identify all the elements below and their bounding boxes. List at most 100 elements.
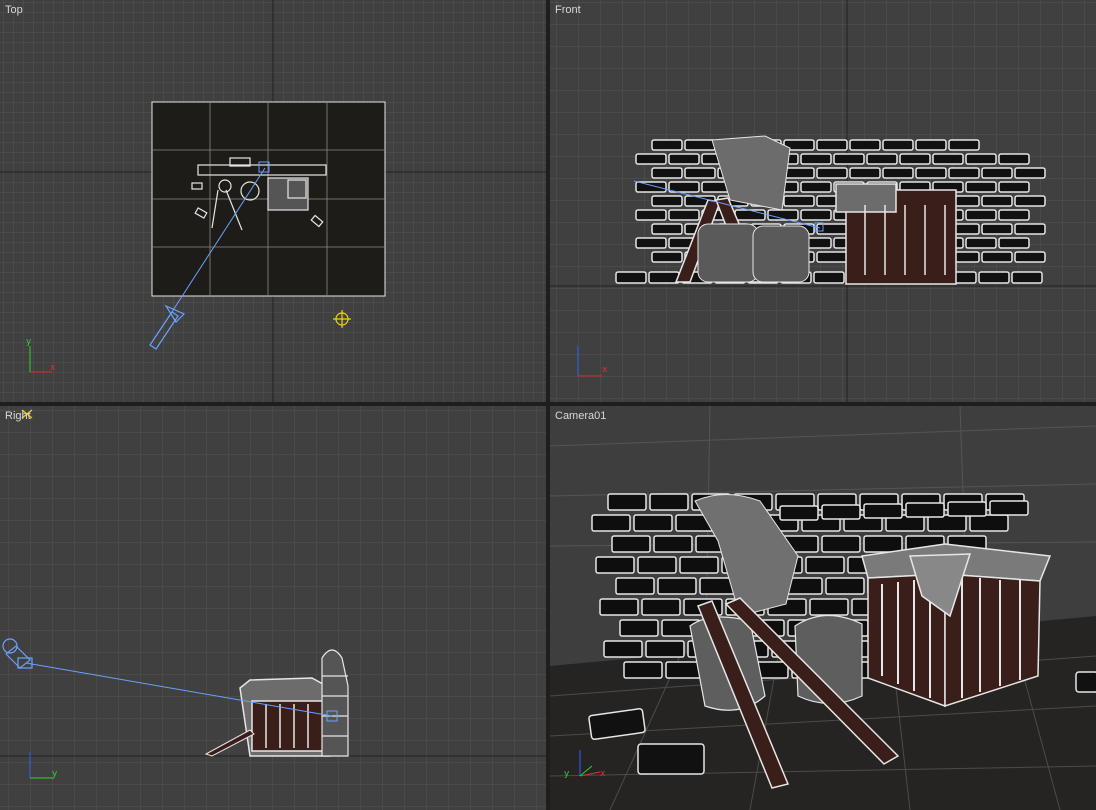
brick — [948, 139, 980, 151]
brick — [607, 493, 647, 511]
brick — [615, 271, 647, 284]
brick — [978, 271, 1010, 284]
brick — [611, 535, 651, 553]
brick-wall-right — [321, 649, 349, 757]
brick — [849, 167, 881, 179]
brick — [948, 167, 980, 179]
brick — [866, 153, 898, 165]
brick — [965, 153, 997, 165]
right-viewport-canvas[interactable]: y — [0, 406, 546, 810]
brick — [635, 209, 667, 221]
brick — [821, 504, 861, 520]
brick — [816, 223, 848, 235]
brick — [641, 598, 681, 616]
brick — [998, 181, 1030, 193]
brick — [635, 237, 667, 249]
brick — [899, 153, 931, 165]
brick — [905, 502, 945, 518]
brick — [648, 271, 680, 284]
crate-front — [835, 183, 957, 285]
brick — [603, 640, 643, 658]
brick — [965, 209, 997, 221]
brick — [816, 167, 848, 179]
brick — [813, 271, 845, 284]
viewport-label-right[interactable]: Right — [5, 410, 31, 422]
brick — [981, 223, 1013, 235]
brick — [932, 153, 964, 165]
svg-text:y: y — [26, 337, 32, 347]
brick — [981, 251, 1013, 263]
crate-right — [239, 677, 331, 757]
brick — [947, 501, 987, 517]
brick — [635, 181, 667, 193]
top-viewport[interactable]: x y Top — [0, 0, 546, 402]
brick — [981, 167, 1013, 179]
crate-camera — [861, 543, 1052, 708]
brick — [684, 167, 716, 179]
brick — [805, 556, 845, 574]
brick — [783, 167, 815, 179]
brick — [619, 619, 659, 637]
brick — [863, 535, 903, 553]
brick — [1014, 167, 1046, 179]
baskets-front — [697, 223, 810, 283]
brick — [809, 598, 849, 616]
brick — [649, 493, 689, 511]
brick — [998, 209, 1030, 221]
brick — [989, 500, 1029, 516]
brick — [684, 139, 716, 151]
brick — [651, 251, 683, 263]
camera-viewport[interactable]: y x Camera01 — [550, 406, 1096, 810]
brick — [1014, 223, 1046, 235]
brick — [1014, 195, 1046, 207]
brick — [668, 153, 700, 165]
right-viewport[interactable]: y Right — [0, 406, 546, 810]
brick — [816, 139, 848, 151]
brick — [965, 181, 997, 193]
brick — [657, 577, 697, 595]
viewport-label-camera[interactable]: Camera01 — [555, 410, 606, 422]
top-viewport-canvas[interactable]: x y — [0, 0, 546, 402]
brick — [821, 535, 861, 553]
brick — [651, 167, 683, 179]
front-viewport[interactable]: x Front — [550, 0, 1096, 402]
brick — [1011, 271, 1043, 284]
brick — [800, 181, 832, 193]
brick — [981, 195, 1013, 207]
brick — [651, 139, 683, 151]
brick — [1014, 251, 1046, 263]
brick — [645, 640, 685, 658]
brick — [969, 514, 1009, 532]
viewport-label-top[interactable]: Top — [5, 4, 23, 16]
brick — [825, 577, 865, 595]
brick — [882, 167, 914, 179]
brick — [833, 153, 865, 165]
brick — [591, 514, 631, 532]
brick — [734, 209, 766, 221]
brick — [599, 598, 639, 616]
svg-text:x: x — [600, 769, 606, 779]
brick — [998, 237, 1030, 249]
viewport-label-front[interactable]: Front — [555, 4, 581, 16]
brick — [915, 139, 947, 151]
brick — [816, 251, 848, 263]
svg-text:y: y — [52, 769, 58, 779]
front-viewport-canvas[interactable]: x — [550, 0, 1096, 402]
brick — [668, 209, 700, 221]
brick — [633, 514, 673, 532]
brick — [615, 577, 655, 595]
brick — [635, 153, 667, 165]
brick — [595, 556, 635, 574]
svg-text:y: y — [564, 769, 570, 779]
brick — [653, 535, 693, 553]
camera-viewport-canvas[interactable]: y x — [550, 406, 1096, 810]
brick — [800, 209, 832, 221]
brick — [783, 195, 815, 207]
brick — [679, 556, 719, 574]
brick — [849, 139, 881, 151]
brick — [863, 503, 903, 519]
brick — [651, 223, 683, 235]
brick — [965, 237, 997, 249]
brick — [915, 167, 947, 179]
brick — [882, 139, 914, 151]
